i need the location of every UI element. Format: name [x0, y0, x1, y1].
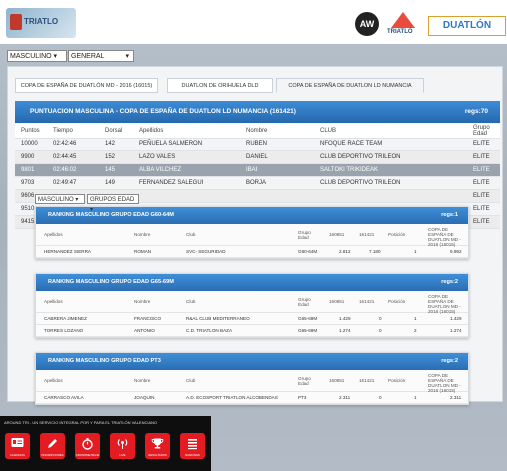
- broadcast-icon: [117, 439, 128, 449]
- col-tiempo: Tiempo: [53, 128, 73, 134]
- main-ranking-header: PUNTUACION MASCULINA - COPA DE ESPAÑA DE…: [15, 101, 500, 123]
- ranking-card-columns: Apellidos Nombre Club Grupo Edad 160851 …: [36, 291, 468, 314]
- triatlo-logo[interactable]: TRIATLO: [6, 8, 76, 38]
- col-club: CLUB: [320, 128, 337, 134]
- ranking-card-header: RANKING MASCULINO GRUPO EDAD G60-64M reg…: [36, 207, 468, 224]
- ranking-card-title: RANKING MASCULINO GRUPO EDAD G65-69M: [48, 279, 174, 285]
- licencias-button[interactable]: LICENCIAS: [5, 433, 30, 459]
- list-item[interactable]: TORRES LOZANO ANTONIO C.D. TRIATLON BAZA…: [36, 325, 468, 337]
- ranking-card-title: RANKING MASCULINO GRUPO EDAD G60-64M: [48, 212, 174, 218]
- ranking-card-title: RANKING MASCULINO GRUPO EDAD PT3: [48, 358, 161, 364]
- duatlon-logo[interactable]: DUATLÓN: [428, 16, 506, 36]
- rankings-button[interactable]: RANKINGS: [180, 433, 205, 459]
- live-button[interactable]: LIVE: [110, 433, 135, 459]
- list-item[interactable]: HERNANDEZ SIERRA ROMAN SVC- SEGURIDAD G6…: [36, 246, 468, 258]
- site-header: TRIATLO AW TRIATLÓ DUATLÓN: [0, 0, 507, 44]
- ranking-card-columns: Apellidos Nombre Club Grupo Edad 160851 …: [36, 370, 468, 393]
- ranking-card-pt3: RANKING MASCULINO GRUPO EDAD PT3 regs:2 …: [35, 352, 469, 405]
- ranking-card-header: RANKING MASCULINO GRUPO EDAD PT3 regs:2: [36, 353, 468, 370]
- age-group-select[interactable]: GRUPOS EDAD ▾: [87, 194, 139, 213]
- col-grupo-edad: Grupo Edad: [473, 125, 490, 137]
- resultados-button[interactable]: RESULTADOS: [145, 433, 170, 459]
- col-puntos: Puntos: [21, 128, 40, 134]
- col-dorsal: Dorsal: [105, 128, 123, 134]
- main-ranking-count: regs:70: [464, 108, 488, 115]
- pencil-icon: [48, 439, 57, 448]
- ranking-card-count: regs:2: [441, 279, 458, 285]
- around-tri-banner: AROUND TRI - UN SERVICIO INTEGRAL POR Y …: [0, 416, 211, 471]
- logo-mark-icon: [10, 14, 22, 30]
- inscripciones-button[interactable]: INSCRIPCIONES: [40, 433, 65, 459]
- ranking-card-count: regs:2: [441, 358, 458, 364]
- ranking-card-header: RANKING MASCULINO GRUPO EDAD G65-69M reg…: [36, 274, 468, 291]
- table-row-selected[interactable]: 9801 02:46:02 145 ALBA VILCHEZ IBAI SALT…: [15, 164, 500, 177]
- ranking-card-g60-64m: RANKING MASCULINO GRUPO EDAD G60-64M reg…: [35, 206, 469, 259]
- gender-select[interactable]: MASCULINO ▾: [7, 50, 67, 62]
- main-table-header: Puntos Tiempo Dorsal Apellidos Nombre CL…: [15, 124, 500, 139]
- tab-copa-duatlon-ld-numancia[interactable]: COPA DE ESPAÑA DE DUATLON LD NUMANCIA: [276, 78, 424, 93]
- main-ranking-title: PUNTUACION MASCULINA - COPA DE ESPAÑA DE…: [30, 108, 296, 115]
- age-group-gender-select[interactable]: MASCULINO ▾: [35, 194, 85, 204]
- table-row[interactable]: 9900 02:44:45 152 LAZO VALES DANIEL CLUB…: [15, 151, 500, 164]
- stopwatch-icon: [82, 438, 93, 450]
- col-apellidos: Apellidos: [139, 128, 164, 134]
- cronometraje-button[interactable]: CRONOMETRAJE: [75, 433, 100, 459]
- table-row[interactable]: 9703 02:49:47 149 FERNANDEZ SALEGUI BORJ…: [15, 177, 500, 190]
- trophy-icon: [151, 438, 164, 449]
- ranking-card-count: regs:1: [441, 212, 458, 218]
- category-select[interactable]: GENERAL ▾: [68, 50, 134, 62]
- col-nombre: Nombre: [246, 128, 268, 134]
- id-card-icon: [11, 438, 24, 447]
- footer-tagline: AROUND TRI - UN SERVICIO INTEGRAL POR Y …: [4, 420, 158, 425]
- tab-duatlon-orihuela[interactable]: DUATLON DE ORIHUELA DLD: [167, 78, 273, 93]
- table-row[interactable]: 10000 02:42:46 142 PEÑUELA SALMERON RUBE…: [15, 138, 500, 151]
- ranking-card-g65-69m: RANKING MASCULINO GRUPO EDAD G65-69M reg…: [35, 273, 469, 338]
- list-item[interactable]: CABRERA JIMENEZ FRANCISCO R&AL CLUB MEDI…: [36, 313, 468, 325]
- list-item[interactable]: CARRASCO AVILA JOAQUIN A.D. ECOSPORT TRI…: [36, 392, 468, 404]
- ranking-card-columns: Apellidos Nombre Club Grupo Edad 160851 …: [36, 224, 468, 247]
- category-select-value: GENERAL: [71, 53, 105, 60]
- tab-copa-duatlon-md[interactable]: COPA DE ESPAÑA DE DUATLÓN MD - 2016 (160…: [15, 78, 158, 93]
- chevron-down-icon: ▾: [125, 53, 129, 60]
- aw-logo[interactable]: AW: [355, 12, 379, 36]
- list-icon: [188, 439, 197, 450]
- triangle-icon: [391, 12, 415, 28]
- triatlo-federation-logo[interactable]: TRIATLÓ: [385, 12, 421, 38]
